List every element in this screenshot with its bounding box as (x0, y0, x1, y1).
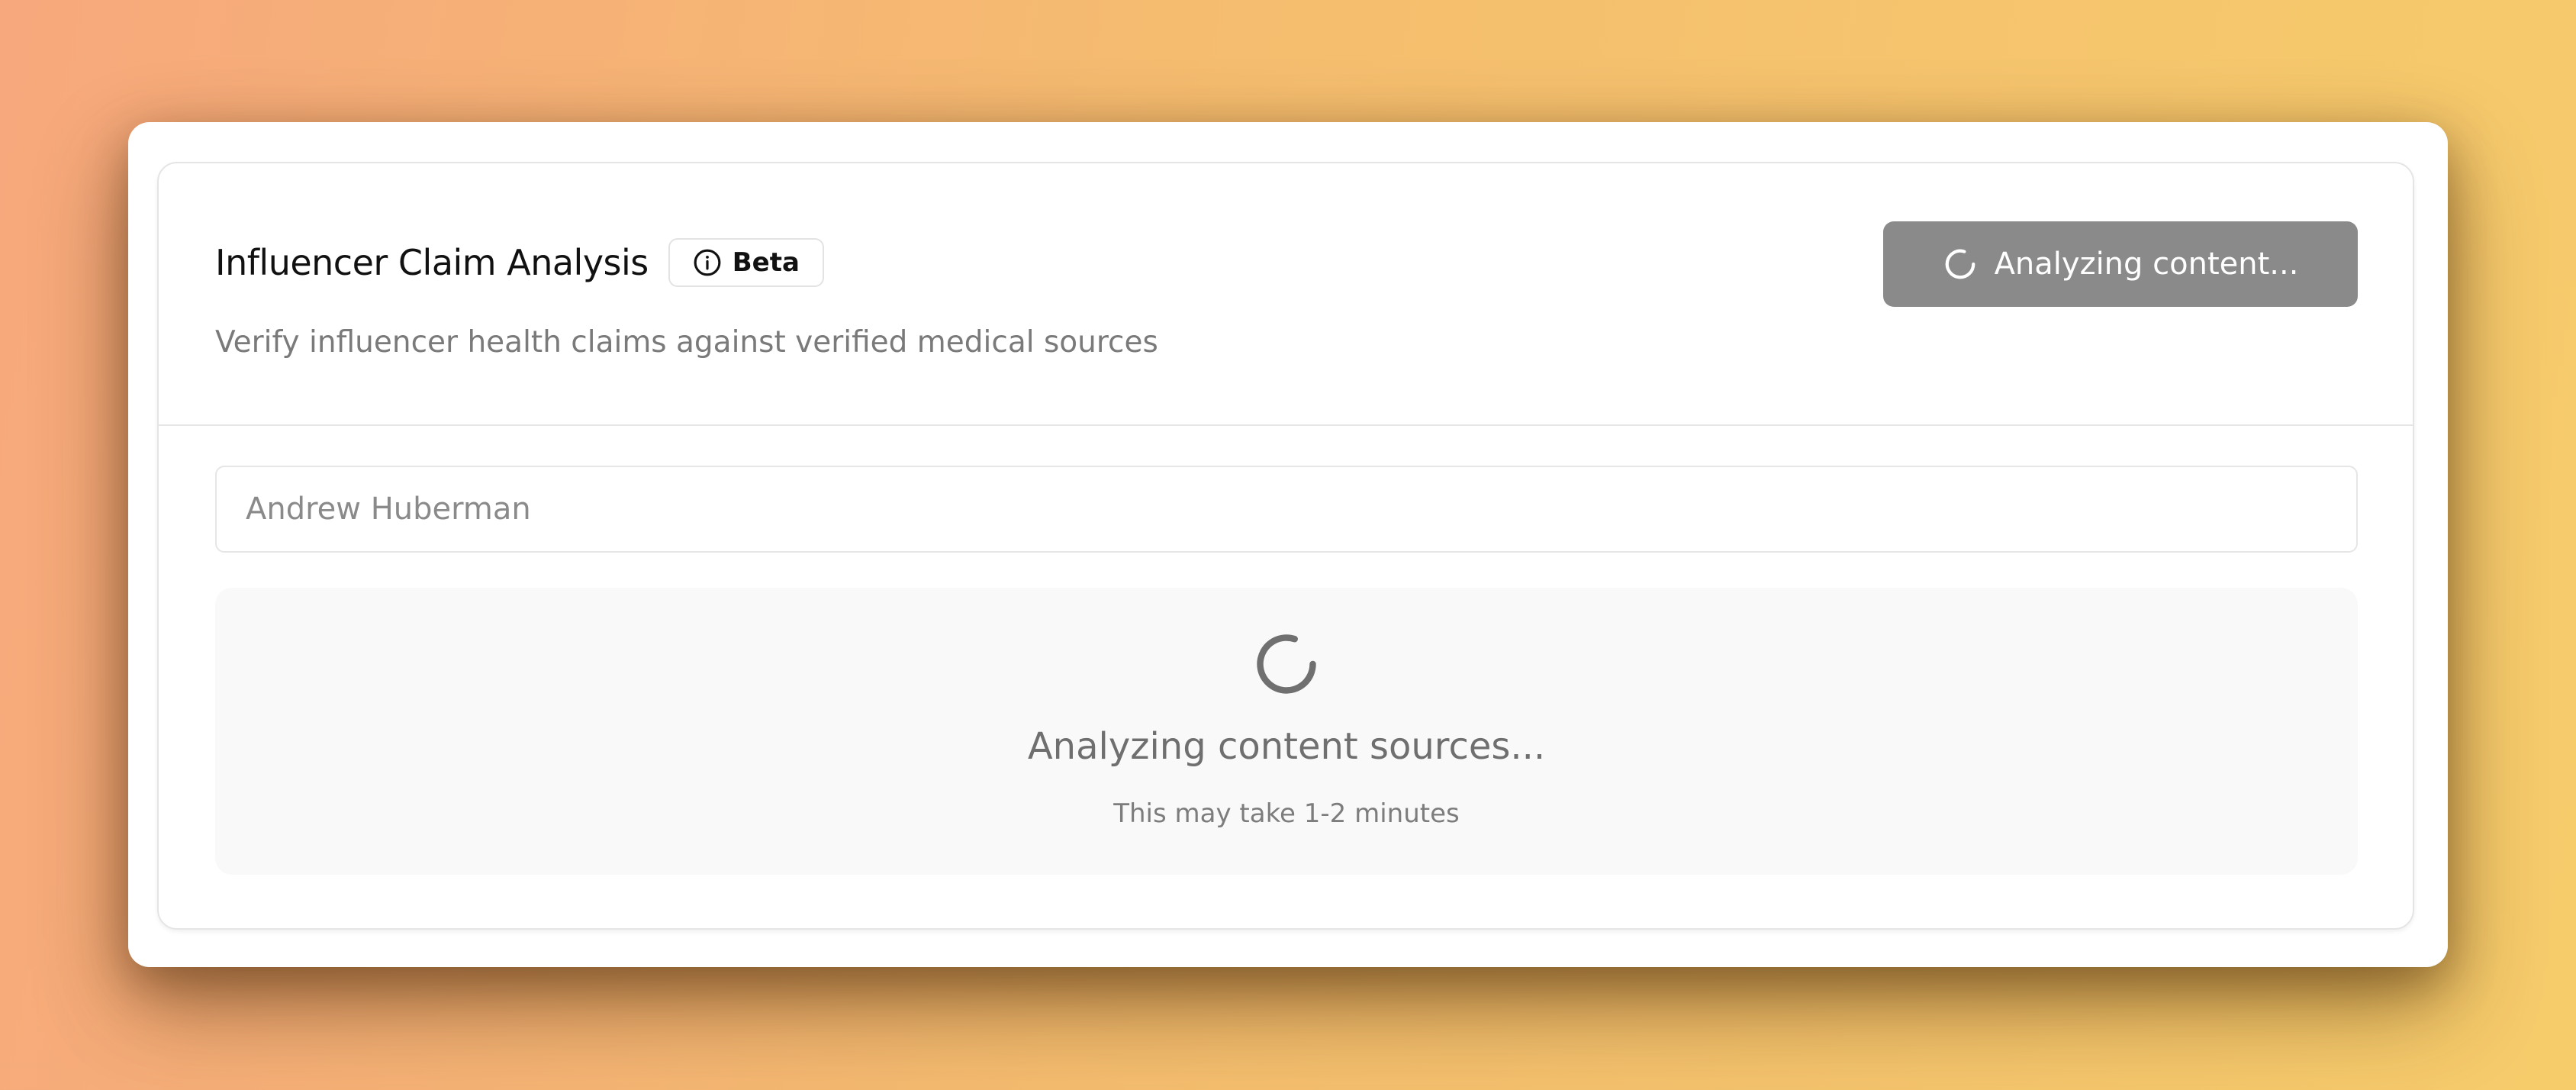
loading-subtitle: This may take 1-2 minutes (1113, 798, 1460, 829)
loader-icon (1257, 634, 1316, 694)
analyze-button[interactable]: Analyzing content... (1883, 221, 2358, 307)
card-header: Influencer Claim Analysis Beta Verify in… (159, 163, 2413, 426)
info-circle-icon (694, 249, 721, 276)
beta-badge: Beta (668, 238, 824, 287)
title-row: Influencer Claim Analysis Beta (215, 238, 824, 287)
loading-title: Analyzing content sources... (1027, 725, 1546, 768)
analysis-card: Influencer Claim Analysis Beta Verify in… (157, 162, 2414, 930)
loader-icon (1945, 249, 1975, 279)
page-subtitle: Verify influencer health claims against … (215, 325, 1158, 360)
app-window: Influencer Claim Analysis Beta Verify in… (128, 122, 2448, 967)
page-title: Influencer Claim Analysis (215, 242, 649, 283)
influencer-search-input[interactable] (215, 466, 2358, 553)
analyze-button-label: Analyzing content... (1994, 247, 2299, 282)
loading-panel: Analyzing content sources... This may ta… (215, 588, 2358, 875)
badge-label: Beta (732, 247, 800, 278)
